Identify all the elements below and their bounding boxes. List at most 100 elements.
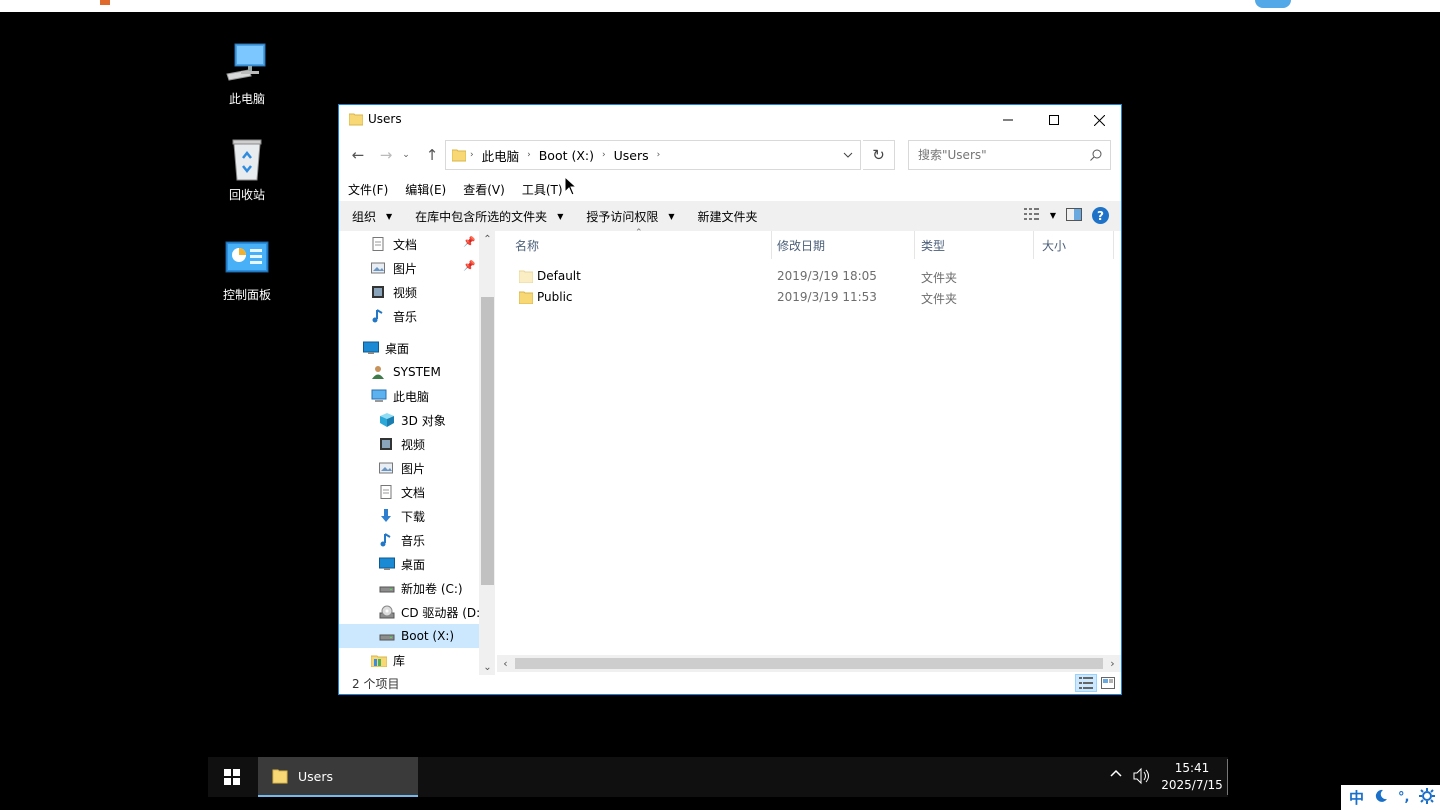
nav-item-videos-pc[interactable]: 视频 <box>339 432 479 456</box>
address-history-chevron-icon[interactable] <box>842 149 854 161</box>
nav-item-3d-objects[interactable]: 3D 对象 <box>339 408 479 432</box>
moon-icon[interactable] <box>1374 789 1388 807</box>
nav-item-desktop[interactable]: 桌面 <box>339 336 479 360</box>
nav-item-music-pc[interactable]: 音乐 <box>339 528 479 552</box>
nav-item-this-pc[interactable]: 此电脑 <box>339 384 479 408</box>
scrollbar-thumb[interactable] <box>515 658 1103 669</box>
ime-toolbar[interactable]: 中 °, <box>1341 785 1440 810</box>
nav-item-label: 库 <box>393 653 406 668</box>
taskbar-app-explorer[interactable]: Users <box>258 757 418 797</box>
new-folder-button[interactable]: 新建文件夹 <box>685 208 768 225</box>
scroll-up-arrow-icon[interactable]: ⌃ <box>479 231 495 247</box>
back-button[interactable]: ← <box>347 144 369 166</box>
table-row[interactable]: Default 2019/3/19 18:05 文件夹 <box>497 266 1117 287</box>
menu-view[interactable]: 查看(V) <box>454 181 513 198</box>
up-button[interactable]: ↑ <box>421 144 443 166</box>
column-header-type[interactable]: 类型 <box>915 231 1034 259</box>
preview-pane-icon[interactable] <box>1066 207 1082 224</box>
view-options-caret-icon[interactable]: ▼ <box>1050 211 1056 220</box>
ime-punctuation-toggle[interactable]: °, <box>1398 790 1409 805</box>
scroll-right-arrow-icon[interactable]: › <box>1104 655 1121 672</box>
minimize-icon <box>1003 119 1013 121</box>
gear-icon[interactable] <box>1419 787 1436 808</box>
close-button[interactable] <box>1076 105 1122 135</box>
nav-item-desktop-pc[interactable]: 桌面 <box>339 552 479 576</box>
large-icons-view-button[interactable] <box>1097 674 1119 692</box>
download-icon <box>379 509 395 523</box>
file-name: Public <box>537 290 573 304</box>
start-button[interactable] <box>208 757 256 797</box>
include-in-library-button[interactable]: 在库中包含所选的文件夹 ▼ <box>402 208 573 225</box>
nav-item-label: 图片 <box>393 261 418 276</box>
nav-item-documents-pinned[interactable]: 文档 <box>339 232 479 256</box>
nav-item-pictures-pc[interactable]: 图片 <box>339 456 479 480</box>
show-desktop-button[interactable] <box>1227 759 1228 795</box>
column-header-label: 大小 <box>1042 238 1067 253</box>
title-bar[interactable]: Users <box>339 105 1121 135</box>
show-hidden-icons-icon[interactable] <box>1110 767 1122 783</box>
nav-item-music[interactable]: 音乐 <box>339 304 479 328</box>
nav-item-system-user[interactable]: SYSTEM <box>339 360 479 384</box>
file-list-horizontal-scrollbar[interactable]: ‹ › <box>497 655 1121 672</box>
menu-edit[interactable]: 编辑(E) <box>396 181 454 198</box>
refresh-icon: ↻ <box>872 146 885 164</box>
share-with-button[interactable]: 授予访问权限 ▼ <box>573 208 684 225</box>
search-box[interactable] <box>908 140 1111 170</box>
control-panel-icon <box>223 236 271 284</box>
nav-pane-scrollbar[interactable]: ⌃ ⌄ <box>479 231 495 675</box>
desktop-icon-recycle-bin[interactable]: 回收站 <box>202 136 292 203</box>
column-header-size[interactable]: 大小 <box>1034 231 1114 259</box>
table-row[interactable]: Public 2019/3/19 11:53 文件夹 <box>497 287 1117 308</box>
scrollbar-thumb[interactable] <box>481 297 494 585</box>
nav-item-downloads[interactable]: 下载 <box>339 504 479 528</box>
computer-icon <box>223 40 271 88</box>
nav-item-documents-pc[interactable]: 文档 <box>339 480 479 504</box>
details-view-button[interactable] <box>1075 674 1097 692</box>
nav-item-libraries[interactable]: 库 <box>339 648 479 672</box>
nav-item-label: 音乐 <box>393 309 418 324</box>
address-bar[interactable]: › 此电脑 › Boot (X:) › Users › <box>445 140 861 170</box>
desktop-icon-label: 此电脑 <box>228 92 265 106</box>
organize-button[interactable]: 组织 ▼ <box>339 208 402 225</box>
volume-icon[interactable] <box>1132 767 1152 785</box>
nav-item-boot-drive[interactable]: Boot (X:) <box>339 624 479 648</box>
breadcrumb-this-pc[interactable]: 此电脑 <box>474 146 528 165</box>
nav-item-pictures-pinned[interactable]: 图片 <box>339 256 479 280</box>
nav-item-cd-drive[interactable]: CD 驱动器 (D: <box>339 600 480 624</box>
library-icon <box>370 653 388 668</box>
nav-item-label: 图片 <box>401 461 426 476</box>
nav-item-label: 文档 <box>393 237 418 252</box>
column-header-date[interactable]: 修改日期 <box>772 231 915 259</box>
pictures-icon <box>379 461 395 475</box>
nav-item-drive-c[interactable]: 新加卷 (C:) <box>339 576 479 600</box>
recent-locations-button[interactable]: ⌄ <box>400 144 412 166</box>
change-view-icon[interactable] <box>1023 208 1040 223</box>
pin-icon[interactable]: 📌 <box>463 237 475 249</box>
taskbar-app-label: Users <box>298 768 334 784</box>
scroll-left-arrow-icon[interactable]: ‹ <box>497 655 514 672</box>
column-header-name[interactable]: 名称 <box>497 231 772 259</box>
nav-item-label: 3D 对象 <box>401 413 446 428</box>
help-icon[interactable]: ? <box>1092 207 1109 224</box>
desktop-icon-control-panel[interactable]: 控制面板 <box>202 236 292 303</box>
breadcrumb-users[interactable]: Users <box>606 148 657 163</box>
search-icon[interactable] <box>1090 149 1102 161</box>
user-icon <box>371 365 387 379</box>
menu-file[interactable]: 文件(F) <box>339 181 396 198</box>
breadcrumb-separator-icon[interactable]: › <box>657 150 661 160</box>
clock[interactable]: 15:41 2025/7/15 <box>1158 760 1226 794</box>
nav-item-label: 桌面 <box>401 557 426 572</box>
minimize-button[interactable] <box>985 105 1031 135</box>
nav-item-label: 视频 <box>401 437 426 452</box>
forward-button[interactable]: → <box>375 144 397 166</box>
menu-tools[interactable]: 工具(T) <box>513 181 571 198</box>
file-modified-date: 2019/3/19 11:53 <box>777 290 877 304</box>
maximize-button[interactable] <box>1031 105 1077 135</box>
nav-item-videos[interactable]: 视频 <box>339 280 479 304</box>
ime-language-toggle[interactable]: 中 <box>1349 787 1364 808</box>
search-input[interactable] <box>909 141 1089 169</box>
breadcrumb-boot-drive[interactable]: Boot (X:) <box>531 148 602 163</box>
pin-icon[interactable]: 📌 <box>463 261 475 273</box>
refresh-button[interactable]: ↻ <box>863 140 895 170</box>
desktop-icon-this-pc[interactable]: 此电脑 <box>202 40 292 107</box>
